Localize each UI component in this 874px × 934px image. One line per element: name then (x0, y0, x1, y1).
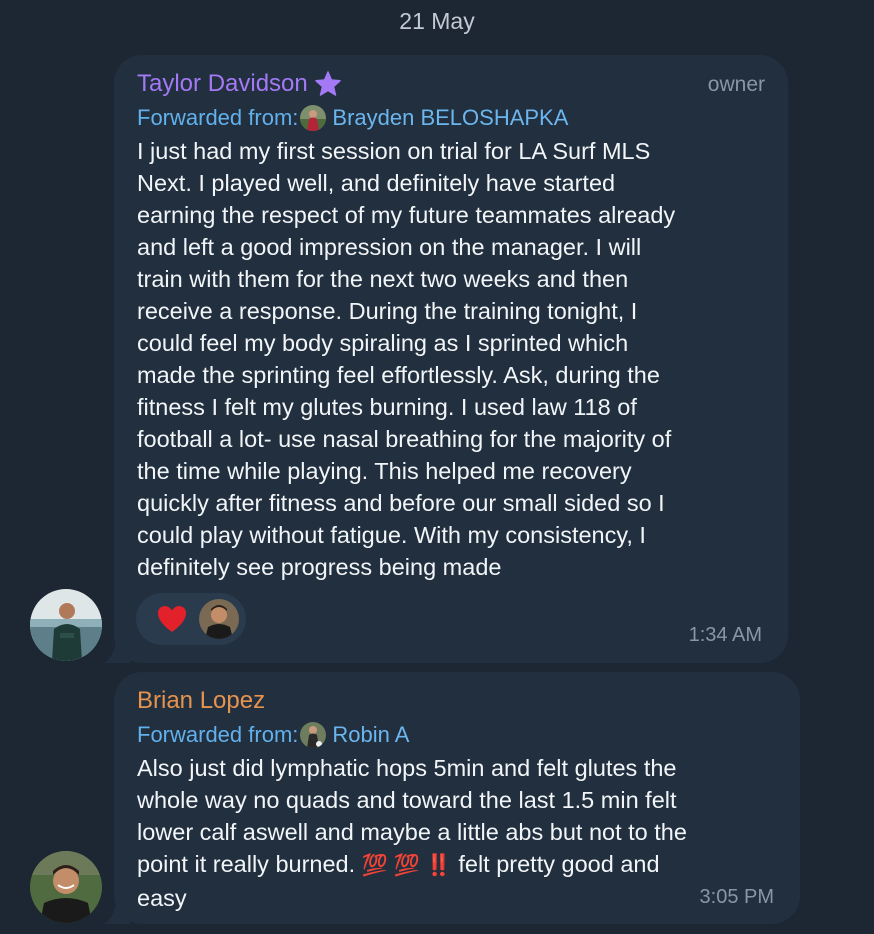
star-icon (315, 71, 341, 96)
forwarded-label: Forwarded from: (137, 722, 299, 747)
sender-row: Taylor Davidson (137, 70, 342, 98)
forwarded-row[interactable]: Forwarded from: Brayden BELOSHAPKA (137, 105, 568, 131)
forwarded-avatar (300, 722, 327, 748)
forwarded-row[interactable]: Forwarded from: Robin A (137, 722, 409, 748)
message-bubble[interactable]: Brian Lopez Forwarded from: Robin A Also… (114, 672, 800, 924)
sender-name[interactable]: Brian Lopez (137, 687, 265, 715)
message-time: 3:05 PM (699, 886, 774, 908)
forwarded-name[interactable]: Brayden BELOSHAPKA (332, 105, 568, 131)
message-bubble[interactable]: Taylor Davidson owner Forwarded from: Br… (114, 55, 788, 663)
emoji-group: 💯 💯 ‼️ (361, 854, 452, 877)
forwarded-label: Forwarded from: (137, 105, 299, 130)
avatar-taylor-davidson[interactable] (30, 589, 102, 661)
date-separator: 21 May (399, 8, 475, 34)
sender-name[interactable]: Taylor Davidson (137, 70, 308, 98)
heart-icon (158, 606, 186, 632)
message-text: Also just did lymphatic hops 5min and fe… (137, 752, 687, 914)
forwarded-avatar (300, 105, 327, 131)
message-time: 1:34 AM (688, 624, 762, 646)
reaction-chip[interactable] (136, 593, 246, 645)
reaction-user-avatar (199, 599, 239, 639)
sender-row: Brian Lopez (137, 687, 265, 715)
forwarded-name[interactable]: Robin A (332, 722, 409, 748)
avatar-brian-lopez[interactable] (30, 851, 102, 923)
role-badge: owner (707, 73, 765, 96)
message-text: I just had my first session on trial for… (137, 138, 676, 580)
